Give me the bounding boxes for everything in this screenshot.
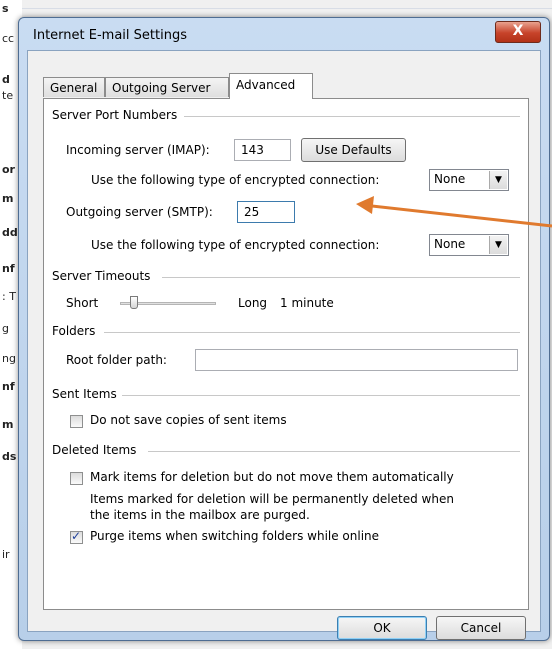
deleted-items-heading: Deleted Items: [52, 443, 141, 457]
dialog-title: Internet E-mail Settings: [33, 28, 187, 43]
background-text: g: [2, 322, 9, 335]
internet-email-settings-dialog: Internet E-mail Settings X General Outgo…: [18, 17, 550, 641]
incoming-port-input[interactable]: 143: [234, 139, 291, 161]
cancel-button[interactable]: Cancel: [436, 616, 526, 640]
background-text: d: [2, 73, 10, 86]
background-text: cc: [2, 32, 15, 45]
timeout-value: 1 minute: [280, 296, 334, 310]
ok-button[interactable]: OK: [337, 616, 427, 640]
tab-label: General: [50, 81, 98, 95]
background-text: m: [2, 418, 14, 431]
incoming-encryption-label: Use the following type of encrypted conn…: [91, 173, 380, 187]
tab-label: Outgoing Server: [112, 81, 211, 95]
server-timeouts-heading: Server Timeouts: [52, 269, 155, 283]
timeout-long-label: Long: [238, 296, 268, 310]
background-text: dd: [2, 226, 18, 239]
root-folder-input[interactable]: [195, 349, 518, 371]
background-text: m: [2, 192, 14, 205]
use-defaults-button[interactable]: Use Defaults: [301, 138, 406, 162]
no-copies-label[interactable]: Do not save copies of sent items: [90, 413, 287, 427]
tab-general[interactable]: General: [43, 77, 105, 97]
chevron-down-icon[interactable]: ▼: [489, 236, 507, 254]
group-divider: [184, 116, 520, 117]
background-text: : T: [2, 290, 16, 303]
background-text: or: [2, 163, 15, 176]
chevron-down-icon[interactable]: ▼: [489, 171, 507, 189]
background-text: nf: [2, 262, 15, 275]
root-folder-label: Root folder path:: [66, 353, 167, 367]
background-text: ds: [2, 450, 17, 463]
group-divider: [104, 332, 520, 333]
background-text: ng: [2, 352, 16, 365]
server-port-numbers-heading: Server Port Numbers: [52, 108, 182, 122]
close-icon: X: [512, 23, 524, 39]
outgoing-encryption-select[interactable]: None ▼: [429, 234, 509, 256]
group-divider: [122, 395, 520, 396]
deletion-note-line1: Items marked for deletion will be perman…: [90, 492, 454, 506]
no-copies-checkbox[interactable]: [70, 415, 83, 428]
outgoing-port-input[interactable]: 25: [237, 201, 295, 223]
background-divider: [0, 8, 552, 9]
folders-heading: Folders: [52, 324, 100, 338]
incoming-encryption-select[interactable]: None ▼: [429, 169, 509, 191]
background-text: te: [2, 89, 14, 102]
timeout-short-label: Short: [66, 296, 99, 310]
advanced-tab-panel: Server Port Numbers Incoming server (IMA…: [43, 98, 529, 610]
mark-for-deletion-label[interactable]: Mark items for deletion but do not move …: [90, 470, 454, 484]
group-divider: [148, 451, 520, 452]
sent-items-heading: Sent Items: [52, 387, 121, 401]
tab-label: Advanced: [236, 78, 296, 92]
background-text: s: [2, 2, 9, 15]
outgoing-encryption-label: Use the following type of encrypted conn…: [91, 238, 380, 252]
title-bar[interactable]: Internet E-mail Settings X: [19, 18, 549, 50]
tab-outgoing-server[interactable]: Outgoing Server: [105, 77, 229, 97]
purge-items-label[interactable]: Purge items when switching folders while…: [90, 529, 379, 543]
purge-items-checkbox[interactable]: [70, 529, 83, 544]
background-text: ir: [2, 548, 10, 561]
background-text: nf: [2, 380, 15, 393]
group-divider: [162, 277, 520, 278]
selected-value: None: [434, 172, 466, 186]
selected-value: None: [434, 237, 466, 251]
slider-thumb[interactable]: [129, 296, 138, 309]
incoming-server-label: Incoming server (IMAP):: [66, 143, 210, 157]
mark-for-deletion-checkbox[interactable]: [70, 472, 83, 485]
dialog-client-area: General Outgoing Server Advanced Server …: [27, 50, 541, 640]
close-button[interactable]: X: [495, 21, 541, 43]
outgoing-server-label: Outgoing server (SMTP):: [66, 205, 213, 219]
deletion-note-line2: the items in the mailbox are purged.: [90, 508, 310, 522]
tab-advanced[interactable]: Advanced: [229, 73, 313, 99]
